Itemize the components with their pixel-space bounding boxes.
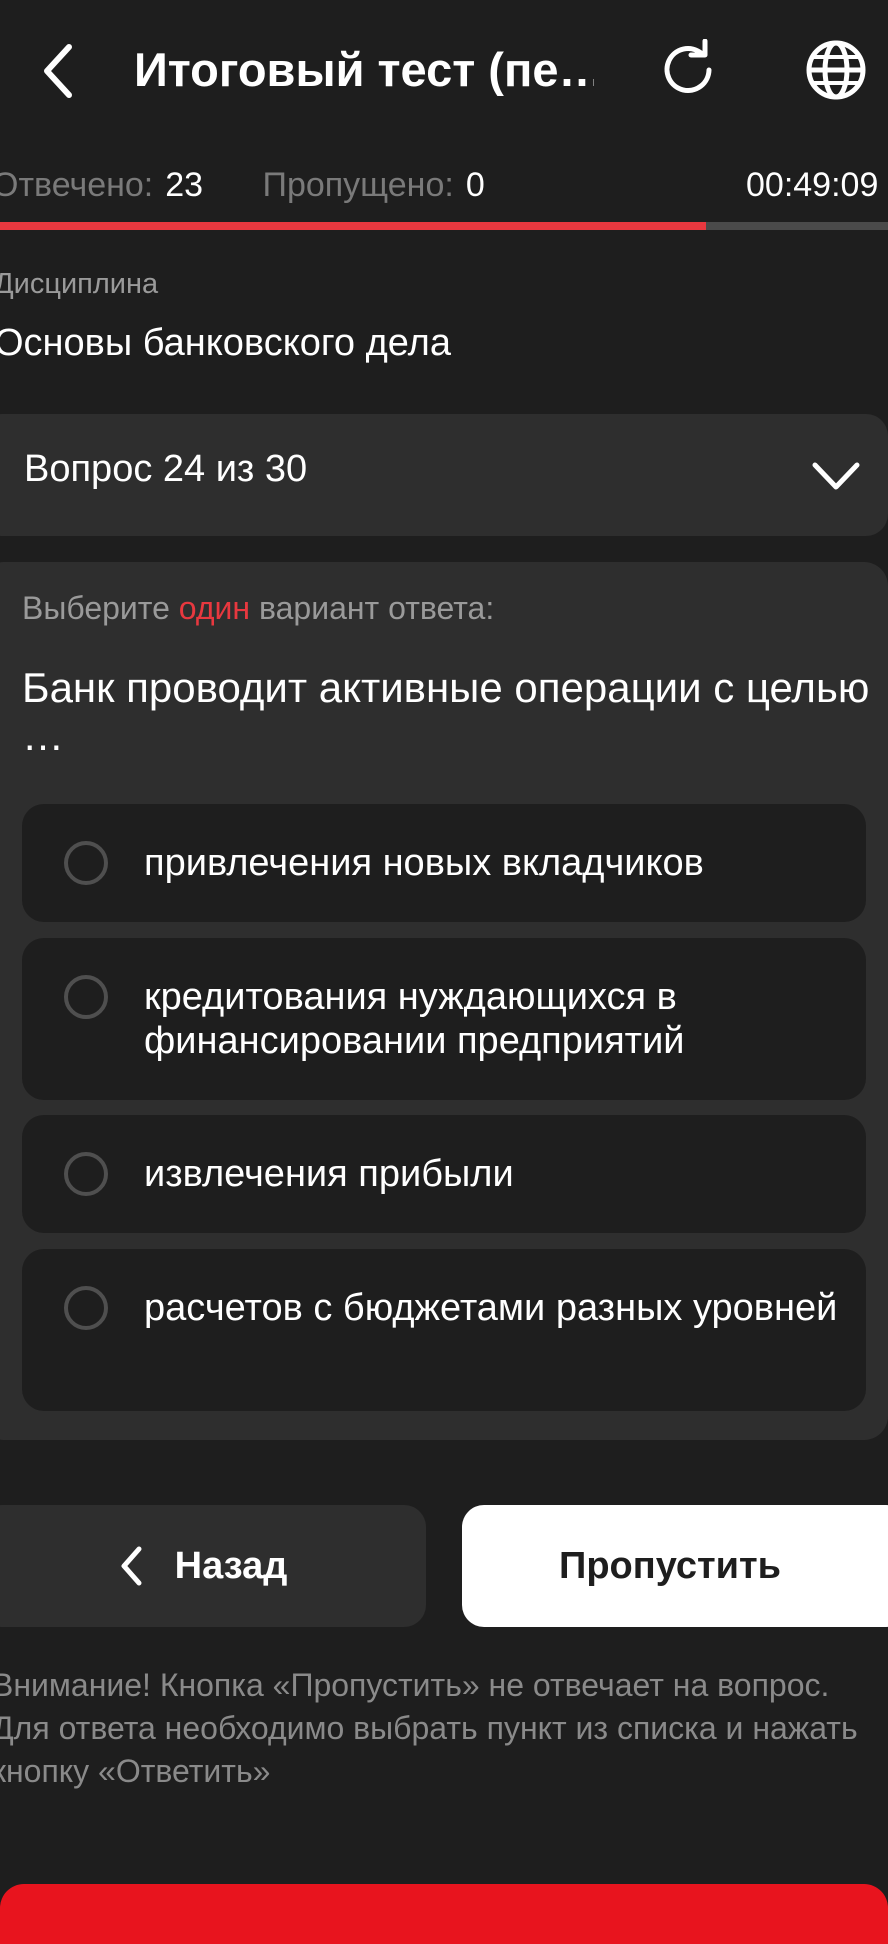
back-nav-button[interactable]: Назад bbox=[0, 1505, 426, 1627]
answer-option[interactable]: кредитования нуждающихся в финансировани… bbox=[22, 938, 866, 1100]
answer-option-label: кредитования нуждающихся в финансировани… bbox=[144, 976, 685, 1062]
page-title: Итоговый тест (пе… bbox=[134, 43, 594, 96]
answer-option[interactable]: расчетов с бюджетами разных уровней bbox=[22, 1249, 866, 1411]
answered-count: 23 bbox=[165, 166, 204, 204]
question-selector-toggle[interactable] bbox=[808, 448, 864, 504]
instruction-accent: один bbox=[178, 590, 251, 626]
discipline-value: Основы банковского дела bbox=[0, 322, 451, 364]
instruction-text-end: вариант ответа: bbox=[258, 590, 495, 626]
timer: 00:49:09 bbox=[746, 166, 879, 204]
skip-button[interactable]: Пропустить bbox=[462, 1505, 888, 1627]
chevron-down-icon bbox=[812, 462, 860, 490]
answer-stats: Отвечено: 23 Пропущено: 0 bbox=[0, 160, 485, 210]
back-button-label: Назад bbox=[174, 1544, 288, 1587]
language-button[interactable] bbox=[796, 32, 876, 108]
answer-option-label: привлечения новых вкладчиков bbox=[144, 842, 704, 884]
radio-button[interactable] bbox=[64, 1286, 108, 1330]
skipped-count: 0 bbox=[465, 166, 485, 204]
back-button[interactable] bbox=[24, 36, 94, 106]
answer-option[interactable]: извлечения прибыли bbox=[22, 1115, 866, 1233]
top-app-bar: Итоговый тест (пе… bbox=[0, 0, 888, 140]
question-text: Банк проводит активные операции с целью … bbox=[22, 664, 870, 759]
skip-button-label: Пропустить bbox=[559, 1544, 781, 1587]
answer-option-label: расчетов с бюджетами разных уровней bbox=[144, 1287, 838, 1329]
answer-instruction: Выберите один вариант ответа: bbox=[22, 590, 494, 627]
chevron-left-icon bbox=[44, 44, 72, 98]
answer-button-bar[interactable] bbox=[0, 1884, 888, 1944]
globe-icon bbox=[806, 40, 866, 100]
discipline-label: Дисциплина bbox=[0, 268, 159, 300]
radio-button[interactable] bbox=[64, 841, 108, 885]
progress-fill bbox=[0, 222, 706, 230]
instruction-text: Выберите bbox=[22, 590, 170, 626]
answer-option-label: извлечения прибыли bbox=[144, 1153, 514, 1195]
skip-notice: Внимание! Кнопка «Пропустить» не отвечае… bbox=[0, 1667, 858, 1789]
chevron-left-icon bbox=[121, 1546, 142, 1586]
radio-button[interactable] bbox=[64, 975, 108, 1019]
reload-button[interactable] bbox=[650, 32, 726, 108]
answered-label: Отвечено: bbox=[0, 166, 154, 204]
reload-icon bbox=[664, 39, 712, 93]
answer-option[interactable]: привлечения новых вкладчиков bbox=[22, 804, 866, 922]
question-selector-label: Вопрос 24 из 30 bbox=[24, 448, 308, 490]
skipped-label: Пропущено: bbox=[262, 166, 454, 204]
radio-button[interactable] bbox=[64, 1152, 108, 1196]
